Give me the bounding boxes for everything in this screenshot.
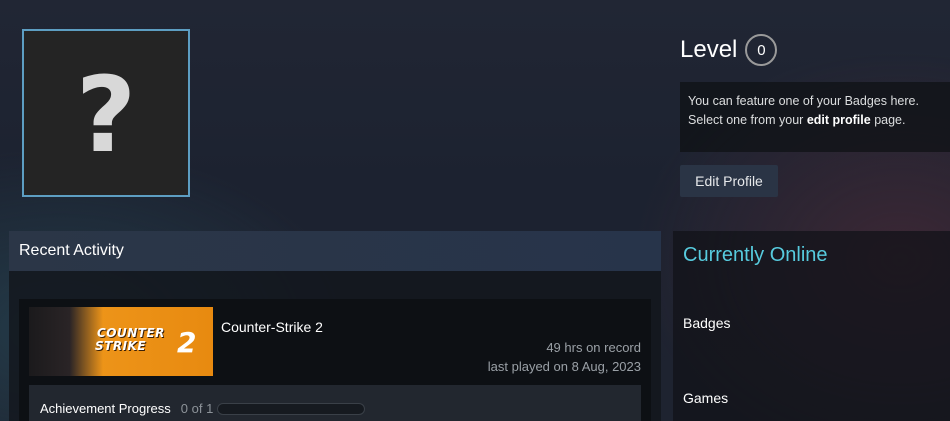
badge-note-line1: You can feature one of your Badges here. [688, 94, 919, 108]
badges-link[interactable]: Badges [683, 315, 730, 331]
achievement-progress[interactable]: Achievement Progress 0 of 1 [29, 385, 641, 421]
avatar[interactable]: ? [22, 29, 190, 197]
game-hours: 49 hrs on record [546, 340, 641, 355]
badge-note-suffix: page. [870, 113, 906, 127]
achievement-count: 0 of 1 [180, 401, 214, 416]
game-card: COUNTER STRIKE 2 Counter-Strike 2 49 hrs… [19, 299, 651, 421]
featured-badge-note: You can feature one of your Badges here.… [680, 82, 950, 152]
edit-profile-button[interactable]: Edit Profile [680, 165, 778, 197]
edit-profile-link[interactable]: edit profile [807, 113, 871, 127]
game-last-played: last played on 8 Aug, 2023 [487, 359, 641, 374]
capsule-line2: STRIKE [95, 339, 147, 353]
recent-activity-title: Recent Activity [9, 231, 661, 271]
online-status: Currently Online [683, 244, 828, 266]
badge-note-line2: Select one from your edit profile page. [688, 111, 942, 130]
capsule-figures [29, 307, 103, 376]
games-link[interactable]: Games [683, 390, 728, 406]
badge-note-prefix: Select one from your [688, 113, 807, 127]
game-capsule-image[interactable]: COUNTER STRIKE 2 [29, 307, 213, 376]
level-badge[interactable]: 0 [745, 34, 778, 66]
level-display: Level 0 [680, 34, 778, 66]
question-mark-icon: ? [75, 54, 137, 176]
recent-activity-panel: Recent Activity COUNTER STRIKE 2 Counter… [9, 231, 661, 421]
level-label: Level [680, 36, 738, 63]
capsule-number: 2 [177, 326, 197, 359]
profile-sidebar: Currently Online Badges Games [673, 231, 950, 421]
capsule-logo-text: COUNTER STRIKE [95, 327, 165, 353]
game-name-link[interactable]: Counter-Strike 2 [221, 319, 323, 335]
achievement-progress-bar [217, 403, 366, 415]
achievement-label: Achievement Progress [40, 401, 171, 416]
